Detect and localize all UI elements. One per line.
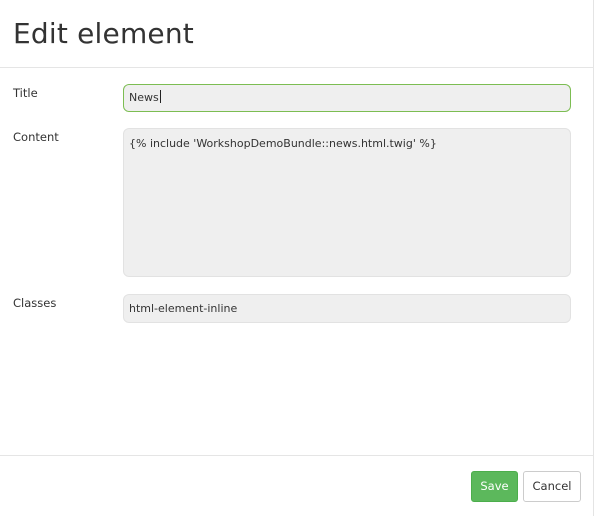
- save-button[interactable]: Save: [471, 471, 518, 502]
- content-textarea-value: {% include 'WorkshopDemoBundle::news.htm…: [129, 137, 437, 150]
- classes-input-value: html-element-inline: [129, 302, 238, 315]
- modal-title: Edit element: [13, 17, 194, 50]
- content-label: Content: [13, 130, 59, 144]
- classes-label: Classes: [13, 296, 57, 310]
- classes-input[interactable]: html-element-inline: [123, 294, 571, 323]
- title-label: Title: [13, 86, 38, 100]
- content-textarea[interactable]: {% include 'WorkshopDemoBundle::news.htm…: [123, 128, 571, 277]
- cancel-button[interactable]: Cancel: [523, 471, 581, 502]
- title-input[interactable]: News: [123, 84, 571, 112]
- modal-header: Edit element: [0, 0, 594, 68]
- text-caret: [159, 90, 161, 103]
- title-input-value: News: [129, 91, 159, 104]
- edit-element-modal: Edit element Title News Content {% inclu…: [0, 0, 594, 516]
- modal-footer: Save Cancel: [0, 455, 594, 516]
